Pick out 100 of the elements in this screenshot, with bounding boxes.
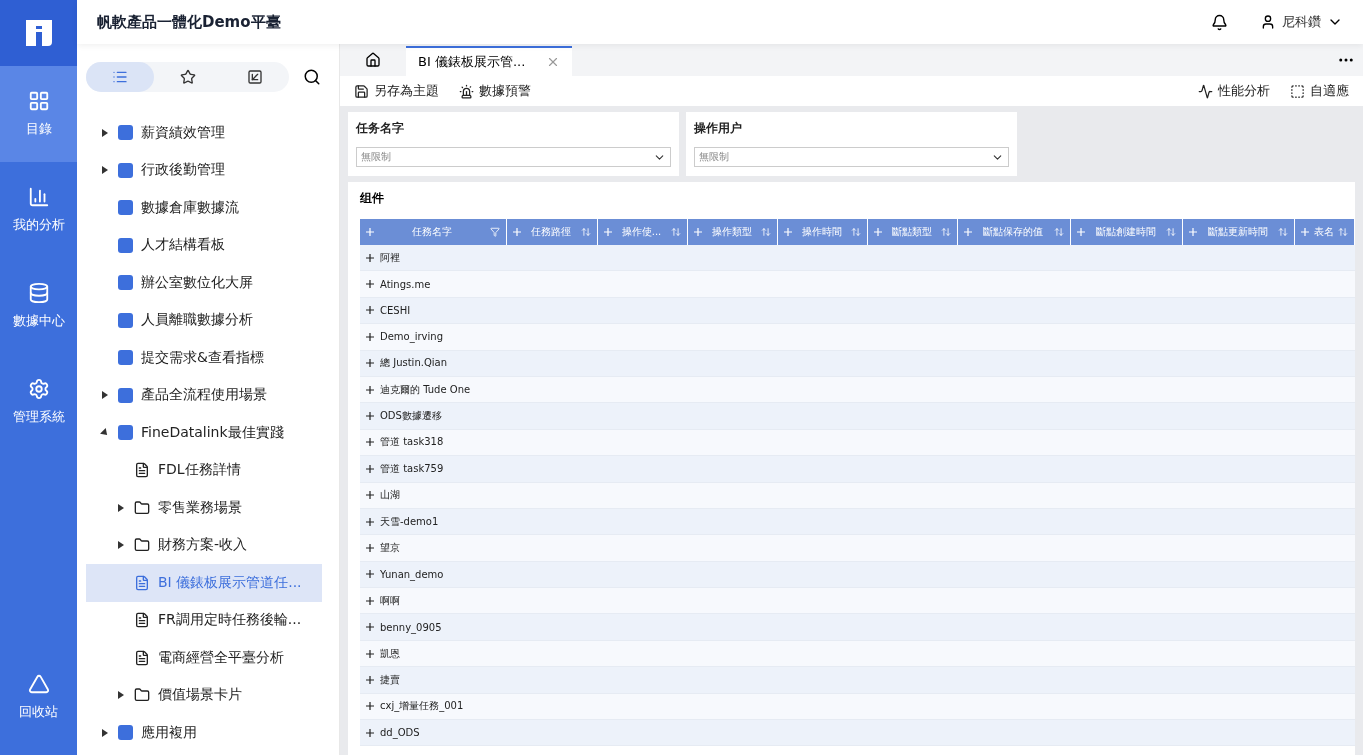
app-icon (118, 350, 133, 366)
app-icon (118, 425, 133, 441)
plus-icon[interactable] (366, 491, 374, 500)
toolbar-button[interactable]: 性能分析 (1198, 82, 1270, 100)
table-row[interactable]: Yunan_demo (360, 561, 1355, 589)
table-row[interactable]: dd_ODS (360, 720, 1355, 747)
tree-item[interactable]: FR調用定時任務後輪... (86, 601, 322, 639)
plus-icon[interactable] (366, 385, 374, 394)
table-row[interactable]: ODS數據遷移 (360, 403, 1355, 430)
toolbar-button[interactable]: 自適應 (1290, 82, 1349, 100)
app-icon (118, 237, 133, 253)
close-icon[interactable] (546, 55, 560, 69)
table-row[interactable]: 管道 task759 (360, 456, 1355, 483)
table-row[interactable]: 迪克爾的 Tude One (360, 376, 1355, 404)
rail-item[interactable]: 回收站 (0, 649, 77, 745)
plus-icon[interactable] (366, 517, 374, 526)
tree-item[interactable]: 人員離職數據分析 (86, 301, 322, 339)
tree-item[interactable]: 行政後勤管理 (86, 151, 322, 189)
table-row[interactable]: 山湖 (360, 482, 1355, 509)
folder-icon (134, 687, 150, 704)
app-title: 帆軟產品一體化Demo平臺 (97, 12, 282, 32)
column-title: 操作使... (621, 225, 662, 239)
table-row[interactable]: Atings.me (360, 271, 1355, 298)
document-icon (134, 612, 150, 629)
table-row[interactable]: 望京 (360, 535, 1355, 562)
row-label: dd_ODS (380, 727, 420, 739)
table-row[interactable]: Demo_irving (360, 324, 1355, 351)
plus-icon[interactable] (366, 570, 374, 579)
tree-item[interactable]: 應用複用 (86, 714, 322, 752)
plus-icon[interactable] (366, 623, 374, 632)
column-title: 任務名字 (412, 225, 452, 239)
tree-item[interactable]: BI 儀錶板展示管道任... (86, 564, 322, 602)
plus-icon[interactable] (366, 596, 374, 605)
table-row[interactable]: 凱恩 (360, 640, 1355, 668)
save-icon (354, 83, 369, 99)
tree-item[interactable]: 薪資績效管理 (86, 114, 322, 152)
table-row[interactable]: 總 Justin.Qian (360, 350, 1355, 377)
table-row[interactable]: 啊啊 (360, 588, 1355, 615)
plus-icon[interactable] (366, 649, 374, 658)
tree-item[interactable]: FineDatalink最佳實踐 (86, 414, 322, 452)
plus-icon[interactable] (366, 464, 374, 473)
grid-icon (27, 90, 50, 112)
row-label: 啊啊 (380, 593, 400, 608)
document-icon (134, 462, 150, 479)
app-icon (118, 725, 133, 741)
plus-icon[interactable] (366, 438, 374, 447)
select-field[interactable]: 無限制 (356, 147, 671, 167)
table-row[interactable]: cxj_增量任務_001 (360, 693, 1355, 721)
row-label: 山湖 (380, 488, 400, 503)
tree-item[interactable]: 電商經營全平臺分析 (86, 639, 322, 677)
tree-item[interactable]: 提交需求&查看指標 (86, 339, 322, 377)
plus-icon[interactable] (366, 280, 374, 289)
app-icon (118, 162, 133, 178)
app-icon (118, 200, 133, 216)
rail-item[interactable]: 我的分析 (0, 162, 77, 258)
search-icon[interactable] (303, 68, 321, 86)
tree-item[interactable]: 數據倉庫數據流 (86, 189, 322, 227)
rail-item[interactable]: 數據中心 (0, 258, 77, 354)
tree-item[interactable]: 人才結構看板 (86, 226, 322, 264)
tree-item[interactable]: 價值場景卡片 (86, 676, 322, 714)
toolbar-button[interactable]: 數據預警 (459, 82, 531, 100)
plus-icon[interactable] (366, 544, 374, 552)
tree-item[interactable]: 財務方案-收入 (86, 526, 322, 564)
tree-item[interactable]: FDL任務詳情 (86, 451, 322, 489)
tree-item[interactable]: 零售業務場景 (86, 489, 322, 527)
plus-icon[interactable] (366, 412, 374, 421)
rail-item[interactable]: 目錄 (0, 66, 77, 162)
table-row[interactable]: benny_0905 (360, 614, 1355, 641)
user-name[interactable]: 尼科鑽 (1282, 13, 1321, 31)
notification-icon[interactable] (1211, 13, 1228, 31)
pulse-chart-icon (1198, 83, 1213, 99)
column-title: 表名 (1313, 225, 1334, 239)
user-icon (1260, 14, 1276, 30)
row-label: 凱恩 (380, 646, 400, 661)
plus-icon[interactable] (366, 253, 374, 262)
toolbar-button[interactable]: 另存為主題 (354, 82, 439, 100)
plus-icon[interactable] (366, 728, 374, 737)
rail-item[interactable]: 管理系統 (0, 354, 77, 450)
plus-icon[interactable] (366, 702, 374, 711)
table-row[interactable]: 阿裡 (360, 245, 1355, 272)
row-label: 迪克爾的 Tude One (380, 382, 471, 397)
tree-item[interactable]: 辦公室數位化大屏 (86, 264, 322, 302)
row-label: 捷賣 (380, 672, 400, 687)
plus-icon[interactable] (366, 306, 374, 315)
triangle-icon (27, 673, 50, 695)
tab[interactable]: BI 儀錶板展示管... (406, 46, 572, 76)
table-row[interactable]: CESHI (360, 297, 1355, 325)
table-row[interactable]: 天雪-demo1 (360, 508, 1355, 536)
column-title: 斷點類型 (891, 225, 932, 239)
plus-icon[interactable] (366, 675, 374, 684)
table-row[interactable]: 捷賣 (360, 667, 1355, 694)
plus-icon[interactable] (366, 359, 374, 368)
filter-label: 操作用户 (694, 120, 743, 137)
home-icon (365, 52, 381, 68)
plus-icon[interactable] (366, 332, 374, 341)
tree-item[interactable]: 產品全流程使用場景 (86, 376, 322, 414)
table-row[interactable]: 管道 task318 (360, 429, 1355, 457)
row-label: benny_0905 (380, 621, 442, 633)
select-field[interactable]: 無限制 (694, 147, 1009, 167)
document-icon (134, 649, 150, 666)
